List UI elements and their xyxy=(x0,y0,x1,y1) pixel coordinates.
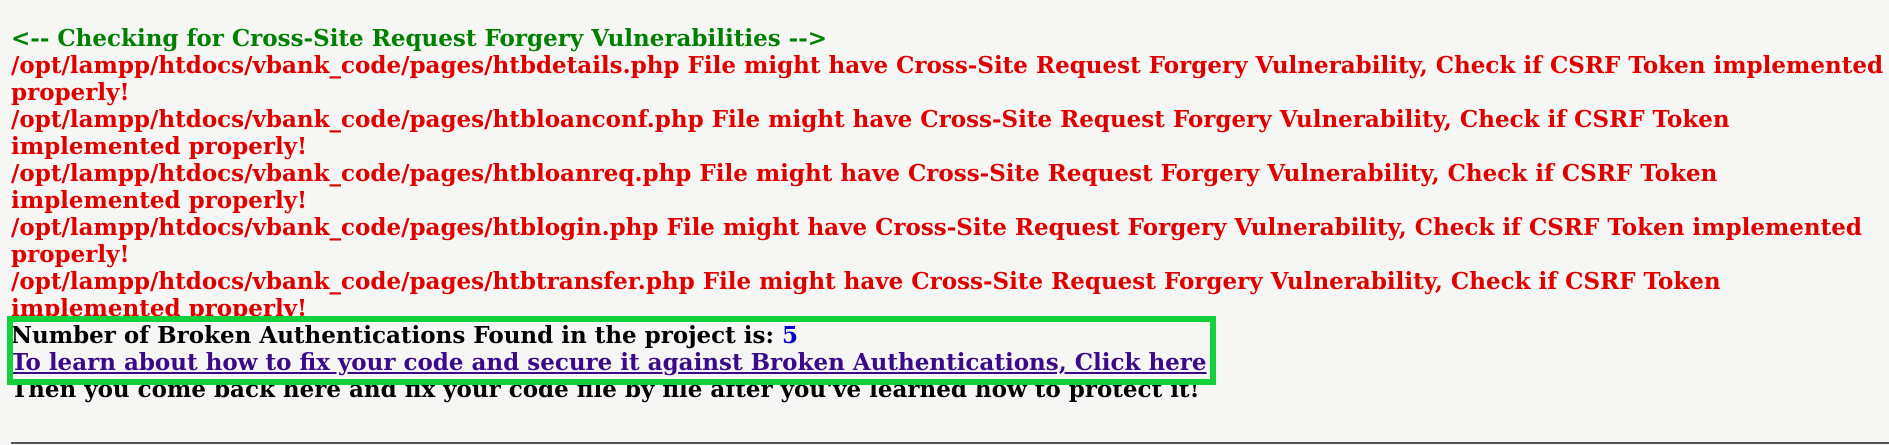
vulnerability-line: /opt/lampp/htdocs/vbank_code/pages/htblo… xyxy=(11,214,1889,268)
scan-output: <-- Checking for Cross-Site Request Forg… xyxy=(11,25,1889,403)
vulnerability-line: /opt/lampp/htdocs/vbank_code/pages/htbtr… xyxy=(11,268,1889,322)
vulnerability-line: /opt/lampp/htdocs/vbank_code/pages/htbde… xyxy=(11,52,1889,106)
summary-label: Number of Broken Authentications Found i… xyxy=(11,322,774,349)
vulnerability-line: /opt/lampp/htdocs/vbank_code/pages/htblo… xyxy=(11,160,1889,214)
section-heading: <-- Checking for Cross-Site Request Forg… xyxy=(11,25,828,52)
broken-auth-count: 5 xyxy=(782,322,799,349)
file-path: /opt/lampp/htdocs/vbank_code/pages/htbtr… xyxy=(11,268,695,295)
file-path: /opt/lampp/htdocs/vbank_code/pages/htblo… xyxy=(11,106,704,133)
file-path: /opt/lampp/htdocs/vbank_code/pages/htblo… xyxy=(11,214,659,241)
fix-guide-link[interactable]: To learn about how to fix your code and … xyxy=(11,349,1207,376)
file-path: /opt/lampp/htdocs/vbank_code/pages/htbde… xyxy=(11,52,680,79)
broken-auth-summary: Number of Broken Authentications Found i… xyxy=(11,322,1889,349)
vulnerability-line: /opt/lampp/htdocs/vbank_code/pages/htblo… xyxy=(11,106,1889,160)
file-path: /opt/lampp/htdocs/vbank_code/pages/htblo… xyxy=(11,160,692,187)
horizontal-rule xyxy=(11,442,1889,444)
followup-text: Then you come back here and fix your cod… xyxy=(11,376,1200,403)
